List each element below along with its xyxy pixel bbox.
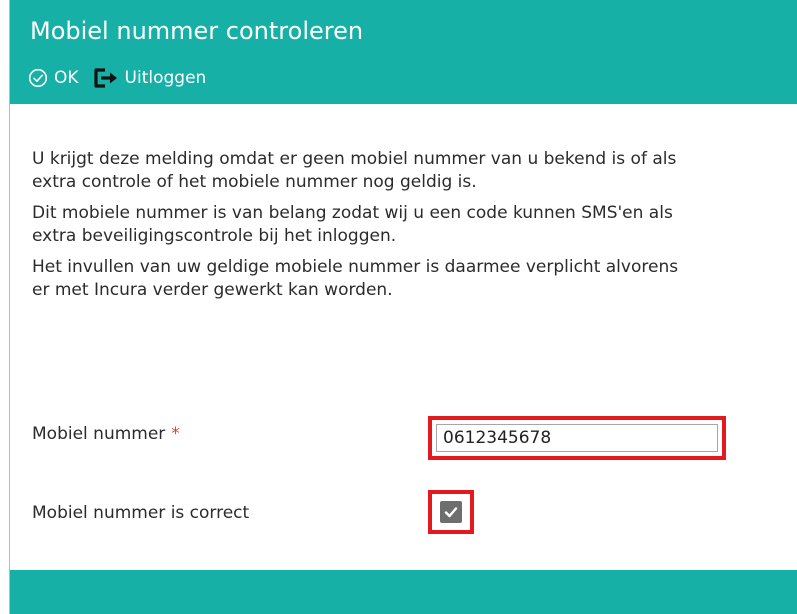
ok-button-label: OK — [54, 68, 79, 88]
message-paragraph: Het invullen van uw geldige mobiele numm… — [32, 257, 679, 300]
confirm-checkbox[interactable] — [440, 501, 462, 523]
required-marker: * — [171, 424, 180, 444]
checkmark-icon — [444, 507, 458, 518]
dialog-content: U krijgt deze melding omdat er geen mobi… — [10, 104, 797, 570]
confirm-label: Mobiel nummer is correct — [32, 503, 250, 523]
phone-input[interactable] — [436, 424, 718, 452]
message-block: U krijgt deze melding omdat er geen mobi… — [32, 148, 692, 310]
phone-label-text: Mobiel nummer — [32, 424, 166, 444]
dialog-window: Mobiel nummer controleren OK Uitloggen U… — [0, 0, 797, 614]
message-paragraph: Dit mobiele nummer is van belang zodat w… — [32, 203, 673, 246]
dialog-toolbar: OK Uitloggen — [28, 64, 220, 92]
dialog-header: Mobiel nummer controleren OK Uitloggen — [10, 0, 797, 104]
logout-button[interactable]: Uitloggen — [93, 67, 207, 89]
dialog-footer — [10, 570, 797, 614]
confirm-checkbox-highlight — [428, 490, 474, 534]
dialog-title: Mobiel nummer controleren — [30, 17, 364, 45]
phone-field-highlight — [428, 416, 726, 460]
ok-button[interactable]: OK — [28, 68, 79, 88]
phone-label: Mobiel nummer * — [32, 424, 180, 444]
message-paragraph: U krijgt deze melding omdat er geen mobi… — [32, 149, 677, 192]
logout-button-label: Uitloggen — [124, 68, 207, 88]
logout-icon — [93, 67, 119, 89]
check-circle-icon — [28, 68, 48, 88]
